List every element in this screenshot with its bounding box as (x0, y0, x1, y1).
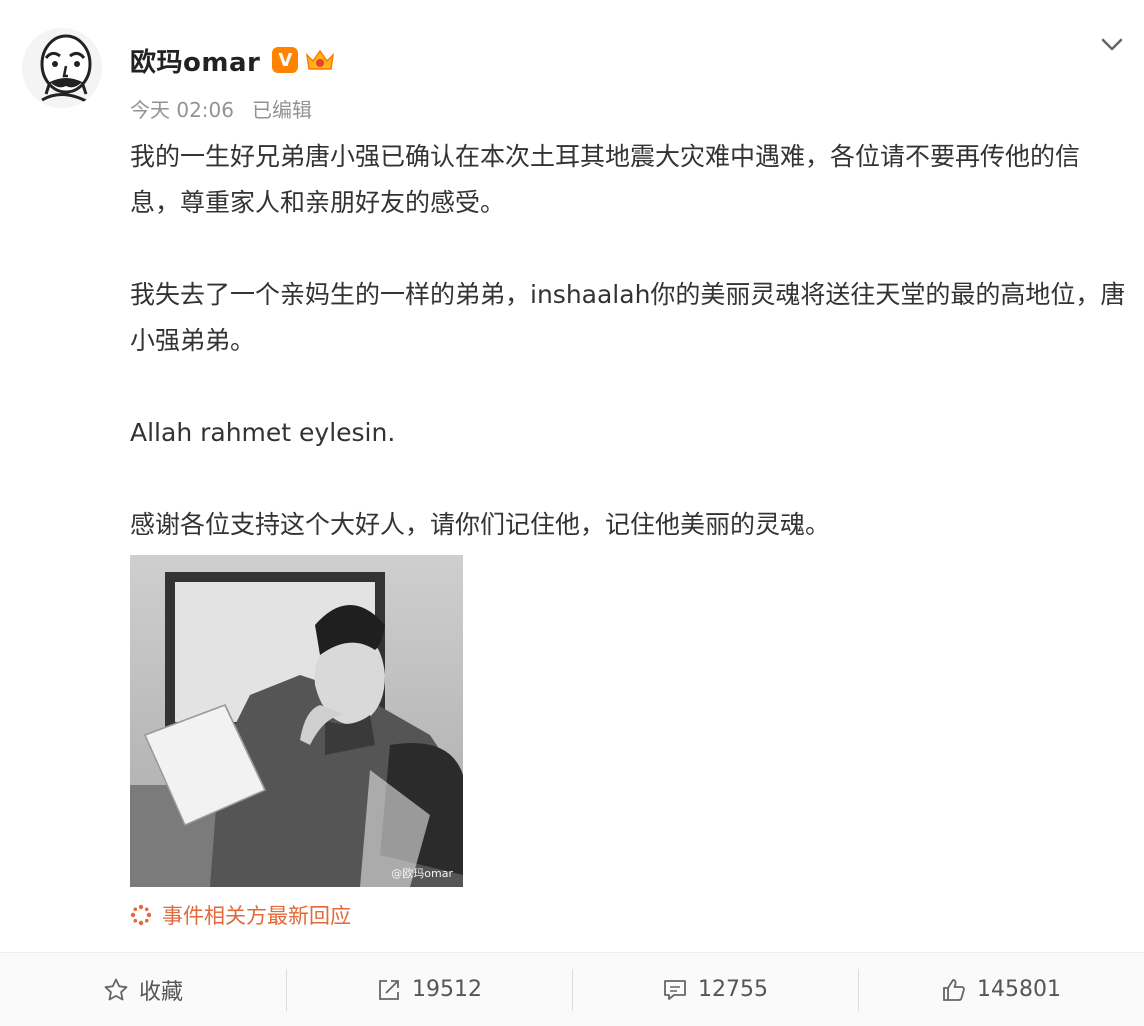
event-link-label: 事件相关方最新回应 (162, 904, 351, 928)
post-paragraph: 感谢各位支持这个大好人，请你们记住他，记住他美丽的灵魂。 (130, 510, 831, 539)
post-paragraph: Allah rahmet eylesin. (130, 418, 396, 447)
post-paragraph: 我的一生好兄弟唐小强已确认在本次土耳其地震大灾难中遇难，各位请不要再传他的信息，… (130, 142, 1081, 217)
post-paragraph: 我失去了一个亲妈生的一样的弟弟，inshaalah你的美丽灵魂将送往天堂的最的高… (130, 280, 1126, 355)
comment-icon (664, 979, 686, 1000)
repost-count: 19512 (412, 977, 482, 1002)
sparkle-icon (130, 904, 152, 926)
event-link[interactable]: 事件相关方最新回应 (130, 900, 351, 930)
action-bar: 收藏 19512 12755 145801 (0, 953, 1144, 1026)
author-name[interactable]: 欧玛omar (130, 42, 260, 79)
photo-man-reading-image (130, 555, 463, 887)
weibo-post-card: 欧玛omar V 今天 02:06 已编辑 我的一生好兄弟唐小强已确认在本次土耳其… (0, 0, 1144, 1026)
author-row: 欧玛omar V (130, 40, 336, 80)
comment-button[interactable]: 12755 (572, 953, 858, 1026)
crown-badge-icon (306, 49, 335, 70)
image-watermark: @欧玛omar (391, 865, 453, 881)
post-text: 我的一生好兄弟唐小强已确认在本次土耳其地震大灾难中遇难，各位请不要再传他的信息，… (130, 134, 1126, 548)
favorite-label: 收藏 (138, 979, 183, 1005)
cartoon-avatar-icon (22, 28, 102, 108)
chevron-down-icon[interactable] (1098, 30, 1126, 58)
watermark-text: @欧玛omar (391, 867, 453, 880)
repost-button[interactable]: 19512 (286, 953, 572, 1026)
edited-label[interactable]: 已编辑 (252, 98, 312, 122)
star-icon (104, 978, 128, 1000)
like-button[interactable]: 145801 (858, 953, 1144, 1026)
like-count: 145801 (977, 977, 1061, 1002)
post-image[interactable]: @欧玛omar (130, 555, 463, 887)
verified-badge: V (272, 47, 299, 73)
share-icon (379, 979, 399, 1000)
comment-count: 12755 (698, 977, 768, 1002)
post-meta: 今天 02:06 已编辑 (130, 94, 312, 123)
avatar[interactable] (22, 28, 102, 108)
thumbs-up-icon (943, 978, 965, 1001)
favorite-button[interactable]: 收藏 (0, 953, 286, 1026)
post-time[interactable]: 今天 02:06 (130, 98, 234, 122)
